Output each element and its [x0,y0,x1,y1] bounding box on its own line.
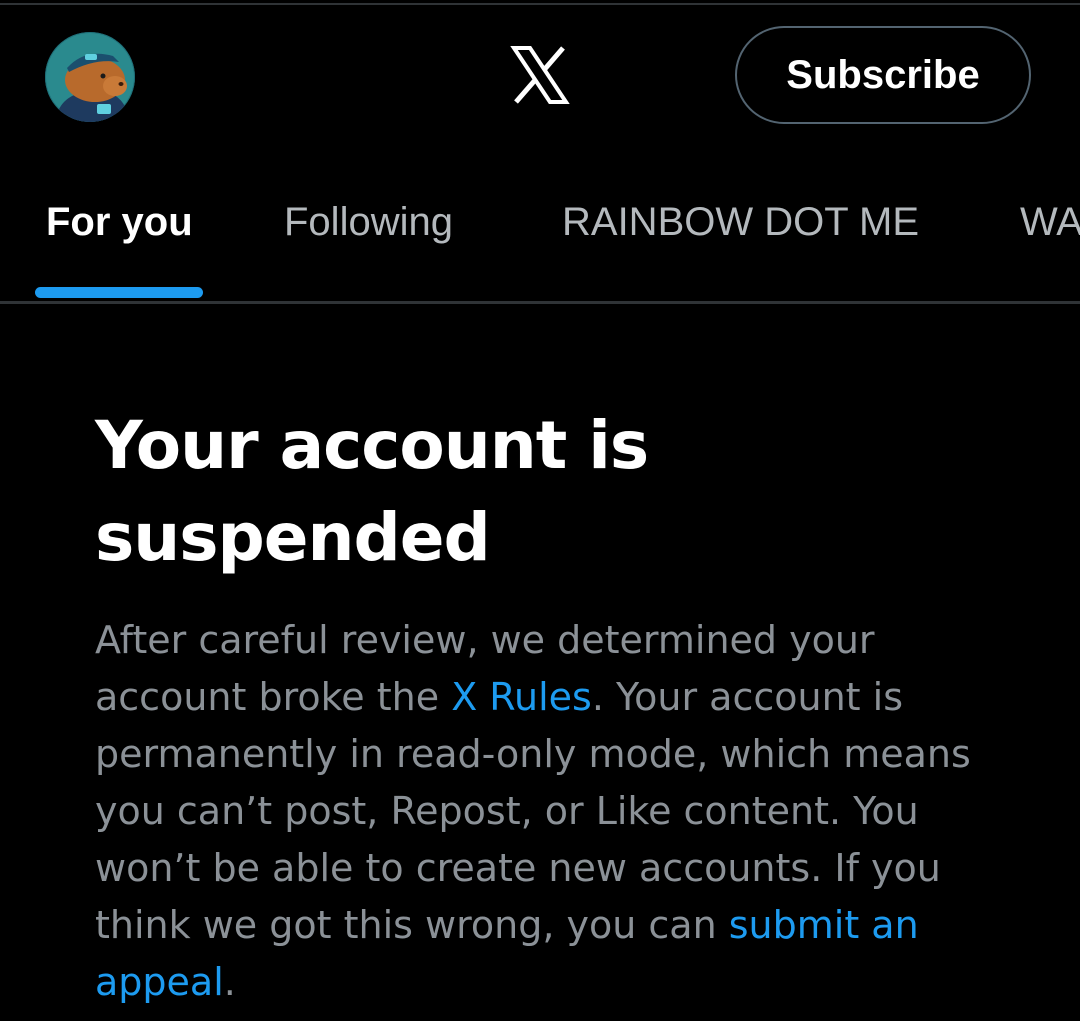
tab-for-you[interactable]: For you [46,200,193,250]
tab-rainbow-dot-me[interactable]: RAINBOW DOT ME [562,200,919,250]
x-rules-link[interactable]: X Rules [451,675,592,719]
capybara-avatar-icon [45,32,135,122]
active-tab-indicator [35,287,203,298]
suspension-notice: Your account is suspended After careful … [95,400,1015,1011]
notice-title: Your account is suspended [95,407,649,576]
subscribe-button[interactable]: Subscribe [735,26,1031,124]
top-bar: Subscribe [0,0,1080,160]
notice-body: After careful review, we determined your… [95,612,995,1011]
tab-wa[interactable]: WA [1020,200,1080,250]
x-logo-icon[interactable] [510,46,570,104]
tabs-divider [0,301,1080,304]
notice-body-end: . [223,960,236,1004]
timeline-tabs: For you Following RAINBOW DOT ME WA [0,170,1080,304]
avatar[interactable] [45,32,135,122]
tab-following[interactable]: Following [284,200,453,250]
